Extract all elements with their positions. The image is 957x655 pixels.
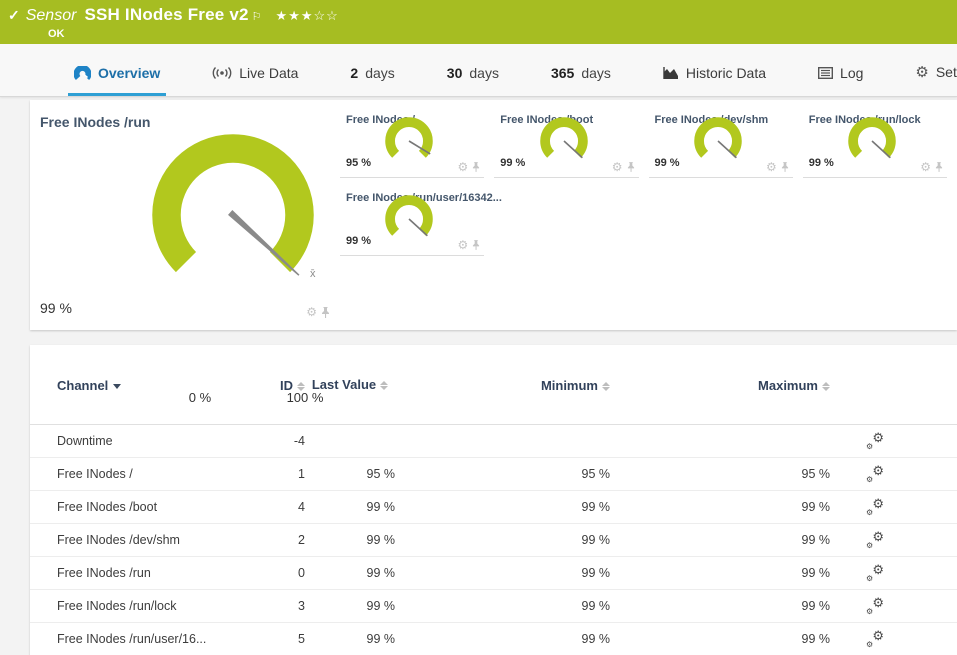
main-gauge-dial [152,134,314,276]
gauge-settings-icon[interactable]: ⚙ [612,161,623,173]
sort-icon [380,381,389,391]
pin-icon[interactable] [781,162,789,172]
broadcast-icon [212,66,232,80]
edit-channel-gears-icon[interactable]: ⚙ ⚙ [866,628,884,649]
gauges-panel: Free INodes /run x̄ 0 % 100 % 99 % ⚙ Fre… [30,100,957,405]
tab-365-days[interactable]: 365 days [545,65,617,96]
table-row[interactable]: Free INodes /run/user/16... 5 99 % 99 % … [30,623,957,655]
sort-icon [602,382,610,392]
empty-cell [494,178,638,256]
tab-settings[interactable]: ⚙ Settings [909,63,957,96]
tab-30-days[interactable]: 30 days [441,65,505,96]
table-row[interactable]: Free INodes /run/lock 3 99 % 99 % 99 % ⚙… [30,590,957,623]
gauge-max-label: 100 % [286,390,324,405]
pin-icon[interactable] [472,162,480,172]
small-gauge-dial [539,117,588,159]
pin-icon[interactable] [627,162,635,172]
flag-icon[interactable]: ⚐ [252,10,262,23]
page-content: Free INodes /run x̄ 0 % 100 % 99 % ⚙ Fre… [0,97,957,655]
tab-overview[interactable]: Overview [68,65,167,96]
main-gauge-value: 99 % [40,300,72,316]
tab-2-days[interactable]: 2 days [344,65,400,96]
small-gauge-free-inodes-runuser: Free INodes /run/user/16342... 99 % ⚙ [340,178,502,256]
gauge-min-label: 0 % [188,390,212,405]
edit-channel-gears-icon[interactable]: ⚙ ⚙ [866,529,884,550]
main-gauge-title: Free INodes /run [40,114,151,130]
empty-cell [649,178,793,256]
log-icon [818,67,834,79]
status-badge: OK [48,28,65,40]
small-gauge-free-inodes-root: Free INodes / 95 % ⚙ [340,100,485,178]
edit-channel-gears-icon[interactable]: ⚙ ⚙ [866,463,884,484]
col-maximum[interactable]: Maximum [610,378,830,393]
empty-cell [803,178,947,256]
small-gauge-free-inodes-runlock: Free INodes /run/lock 99 % ⚙ [802,100,947,178]
sorted-desc-icon [113,384,122,390]
small-gauge-free-inodes-devshm: Free INodes /dev/shm 99 % ⚙ [648,100,793,178]
edit-channel-gears-icon[interactable]: ⚙ ⚙ [866,595,884,616]
table-row[interactable]: Free INodes /dev/shm 2 99 % 99 % 99 % ⚙ ⚙ [30,524,957,557]
table-row[interactable]: Free INodes /run 0 99 % 99 % 99 % ⚙ ⚙ [30,557,957,590]
table-row[interactable]: Free INodes /boot 4 99 % 99 % 99 % ⚙ ⚙ [30,491,957,524]
edit-channel-gears-icon[interactable]: ⚙ ⚙ [866,562,884,583]
main-gauge-free-inodes-run: Free INodes /run x̄ 0 % 100 % 99 % ⚙ [30,100,340,405]
sensor-header: ✓ Sensor SSH INodes Free v2 ⚐ ★★★☆☆ OK [0,0,957,44]
area-chart-icon [663,66,679,80]
pin-icon[interactable] [472,240,480,250]
priority-stars[interactable]: ★★★☆☆ [276,8,339,24]
small-gauge-dial [385,195,433,237]
gauge-settings-icon[interactable]: ⚙ [457,239,468,251]
table-row[interactable]: Free INodes / 1 95 % 95 % 95 % ⚙ ⚙ [30,458,957,491]
pin-icon[interactable] [321,306,330,318]
gauge-icon [74,65,91,81]
col-minimum[interactable]: Minimum [395,378,610,393]
tab-log[interactable]: Log [812,65,869,96]
pin-icon[interactable] [935,162,943,172]
gauge-settings-icon[interactable]: ⚙ [766,161,777,173]
sensor-type-label: Sensor [25,7,77,24]
gauge-settings-icon[interactable]: ⚙ [920,161,931,173]
small-gauge-dial [848,117,896,159]
gauge-settings-icon[interactable]: ⚙ [457,161,468,173]
edit-channel-gears-icon[interactable]: ⚙ ⚙ [866,496,884,517]
table-row[interactable]: Downtime -4 ⚙ ⚙ [30,425,957,458]
tab-live-data[interactable]: Live Data [206,65,304,96]
gear-icon: ⚙ [915,64,929,81]
edit-channel-gears-icon[interactable]: ⚙ ⚙ [866,430,884,451]
status-check-icon: ✓ [8,7,20,23]
sensor-title: SSH INodes Free v2 [84,5,249,24]
average-marker: x̄ [310,268,316,280]
small-gauge-free-inodes-boot: Free INodes /boot 99 % ⚙ [494,100,639,178]
tab-historic-data[interactable]: Historic Data [657,65,772,96]
sort-icon [822,382,830,392]
tab-bar: Overview Live Data 2 days 30 days 365 da… [0,44,957,97]
small-gauge-dial [385,117,433,158]
gauge-settings-icon[interactable]: ⚙ [306,306,317,318]
small-gauge-dial [694,117,742,159]
table-header-row: Channel ID Last Value Minimum Maximum [30,347,957,425]
